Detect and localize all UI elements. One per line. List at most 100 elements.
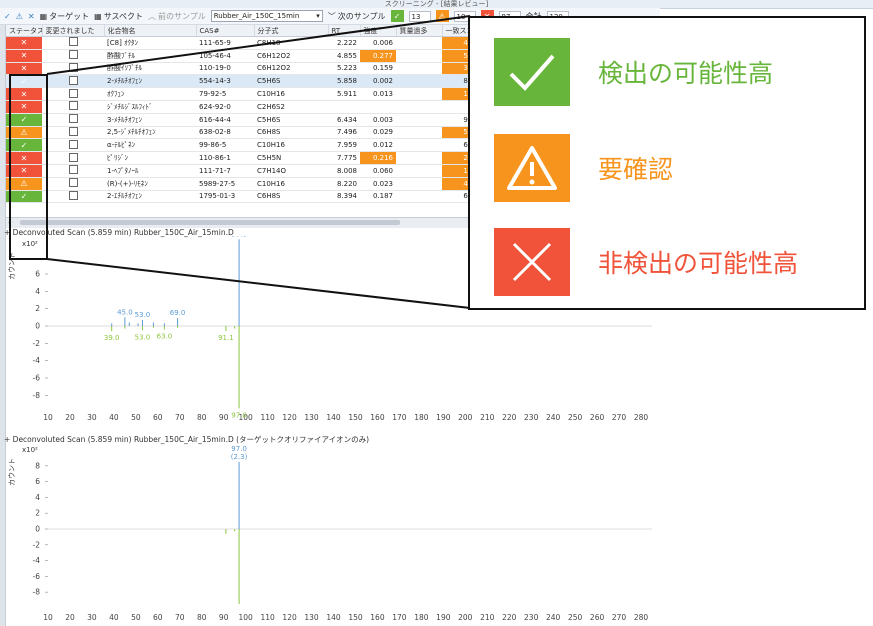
column-header[interactable]: 強度 — [360, 25, 397, 37]
mass-excess — [396, 62, 442, 76]
changed-checkbox[interactable] — [68, 88, 78, 98]
compound-name: 2,5-ｼﾞﾒﾁﾙﾁｵﾌｪﾝ — [104, 126, 196, 140]
changed-checkbox[interactable] — [68, 165, 78, 175]
changed-cell[interactable] — [42, 138, 104, 153]
peak-label: 45.0 — [117, 308, 133, 316]
x-tick-label: 200 — [458, 613, 473, 622]
status-cross-icon[interactable]: ✕ — [6, 36, 42, 50]
changed-cell[interactable] — [42, 49, 104, 63]
column-header[interactable]: 化合物名 — [104, 25, 197, 37]
x-tick-label: 120 — [282, 413, 297, 422]
changed-checkbox[interactable] — [68, 190, 78, 200]
prev-sample-button[interactable]: ︿ 前のサンプル — [148, 11, 206, 22]
changed-checkbox[interactable] — [68, 178, 78, 188]
peak-label: 91.1 — [218, 334, 234, 342]
y-tick-label: -6 — [33, 374, 41, 383]
formula: C10H16 — [254, 177, 328, 191]
column-header[interactable]: RT — [328, 25, 361, 37]
y-tick-label: 8 — [35, 461, 40, 470]
suspect-button[interactable]: ▦ サスペクト — [94, 11, 143, 22]
filter-warning-icon[interactable]: ⚠ — [16, 12, 23, 21]
check-icon — [494, 38, 570, 106]
status-cross-icon[interactable]: ✕ — [6, 49, 42, 63]
changed-checkbox[interactable] — [68, 126, 78, 136]
x-tick-label: 60 — [153, 613, 163, 622]
column-header[interactable]: 分子式 — [254, 25, 329, 37]
suspect-icon: ▦ — [94, 11, 102, 21]
y-tick-label: -6 — [33, 572, 41, 581]
target-button[interactable]: ▦ ターゲット — [40, 11, 90, 22]
column-header[interactable]: ステータス — [6, 25, 43, 37]
changed-cell[interactable] — [42, 190, 104, 204]
next-sample-button[interactable]: ﹀ 次のサンプル — [328, 11, 386, 22]
x-tick-label: 120 — [282, 613, 297, 622]
x-tick-label: 220 — [502, 613, 517, 622]
formula: C5H6S — [254, 74, 328, 89]
x-tick-label: 180 — [414, 613, 429, 622]
changed-cell[interactable] — [42, 113, 104, 127]
changed-cell[interactable] — [42, 177, 104, 191]
changed-cell[interactable] — [42, 62, 104, 76]
changed-checkbox[interactable] — [68, 114, 78, 124]
x-tick-label: 20 — [65, 413, 75, 422]
mass-excess — [396, 164, 442, 178]
x-tick-label: 50 — [131, 613, 141, 622]
chevron-up-icon: ︿ — [147, 11, 156, 21]
column-header[interactable]: 変更されました — [42, 25, 105, 37]
y-axis-label: カウント — [8, 458, 16, 486]
rt: 4.855 — [328, 49, 360, 63]
compound-name: 3-ﾒﾁﾙﾁｵﾌｪﾝ — [104, 113, 196, 127]
changed-checkbox[interactable] — [68, 152, 78, 162]
intensity: 0.216 — [360, 151, 396, 165]
x-tick-label: 190 — [436, 613, 451, 622]
changed-checkbox[interactable] — [68, 62, 78, 72]
mass-excess — [396, 87, 442, 101]
changed-checkbox[interactable] — [68, 101, 78, 111]
changed-checkbox[interactable] — [68, 50, 78, 60]
changed-checkbox[interactable] — [68, 75, 78, 85]
chevron-down-icon: ▾ — [316, 12, 320, 20]
sample-select[interactable]: Rubber_Air_150C_15min ▾ — [210, 10, 323, 22]
changed-cell[interactable] — [42, 151, 104, 165]
peak-label: 97.0 — [231, 411, 247, 419]
column-header[interactable]: 質量過多 — [396, 25, 443, 37]
filter-check-icon[interactable]: ✓ — [4, 12, 11, 21]
mass-excess — [396, 36, 442, 50]
changed-cell[interactable] — [42, 74, 104, 89]
changed-cell[interactable] — [42, 87, 104, 101]
filter-cross-icon[interactable]: ✕ — [28, 12, 35, 21]
x-tick-label: 200 — [458, 413, 473, 422]
scrollbar-thumb[interactable] — [20, 220, 400, 225]
x-tick-label: 100 — [239, 613, 254, 622]
intensity: 0.029 — [360, 126, 396, 140]
x-tick-label: 80 — [197, 413, 207, 422]
chevron-down-icon: ﹀ — [327, 11, 336, 21]
changed-checkbox[interactable] — [68, 139, 78, 149]
changed-cell[interactable] — [42, 36, 104, 50]
x-tick-label: 10 — [43, 613, 53, 622]
x-tick-label: 220 — [502, 413, 517, 422]
changed-checkbox[interactable] — [68, 37, 78, 47]
intensity: 0.159 — [360, 62, 396, 76]
count-orange-badge[interactable]: ⚠ — [435, 10, 449, 22]
x-tick-label: 110 — [260, 613, 275, 622]
rt: 8.008 — [328, 164, 360, 178]
status-cross-icon[interactable]: ✕ — [6, 62, 42, 76]
x-tick-label: 60 — [153, 413, 163, 422]
changed-cell[interactable] — [42, 100, 104, 114]
cas-number: 105-46-4 — [196, 49, 254, 63]
mass-excess — [396, 74, 442, 89]
rt: 8.394 — [328, 190, 360, 204]
count-green-badge[interactable]: ✓ — [390, 10, 404, 22]
cas-number: 110-19-0 — [196, 62, 254, 76]
changed-cell[interactable] — [42, 126, 104, 140]
y-tick-label: 0 — [35, 322, 40, 331]
x-tick-label: 40 — [109, 613, 119, 622]
x-tick-label: 30 — [87, 413, 97, 422]
peak-label: 63.0 — [157, 332, 173, 340]
column-header[interactable]: CAS# — [196, 25, 255, 37]
rt: 5.223 — [328, 62, 360, 76]
cas-number: 5989-27-5 — [196, 177, 254, 191]
compound-name: ﾋﾟﾘｼﾞﾝ — [104, 151, 196, 165]
changed-cell[interactable] — [42, 164, 104, 178]
